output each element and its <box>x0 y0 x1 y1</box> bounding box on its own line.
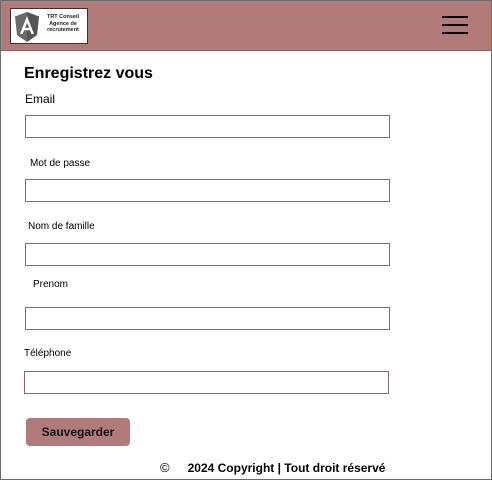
menu-bar <box>442 16 468 18</box>
phone-label: Téléphone <box>24 348 72 359</box>
lastname-input[interactable] <box>25 243 390 266</box>
hamburger-menu-icon[interactable] <box>442 15 468 35</box>
phone-input[interactable] <box>24 371 389 394</box>
password-input[interactable] <box>25 179 390 202</box>
menu-bar <box>442 32 468 34</box>
firstname-label: Prenom <box>33 279 69 290</box>
logo[interactable]: TRT Conseil Agence de recrutement <box>10 8 88 44</box>
page-title: Enregistrez vous <box>24 65 153 82</box>
copyright-text: 2024 Copyright | Tout droit réservé <box>187 460 386 475</box>
firstname-input[interactable] <box>25 307 390 330</box>
logo-text: TRT Conseil Agence de recrutement <box>40 14 86 34</box>
copyright-icon: © <box>160 460 170 475</box>
email-label: Email <box>25 92 56 106</box>
angular-logo-icon <box>15 12 39 42</box>
top-header: TRT Conseil Agence de recrutement <box>1 1 491 51</box>
lastname-label: Nom de famille <box>28 221 95 232</box>
logo-line: recrutement <box>47 27 79 33</box>
password-label: Mot de passe <box>30 158 91 169</box>
menu-bar <box>442 24 468 26</box>
email-input[interactable] <box>25 115 390 138</box>
footer: © 2024 Copyright | Tout droit réservé <box>160 460 385 475</box>
save-button[interactable]: Sauvegarder <box>26 418 130 446</box>
